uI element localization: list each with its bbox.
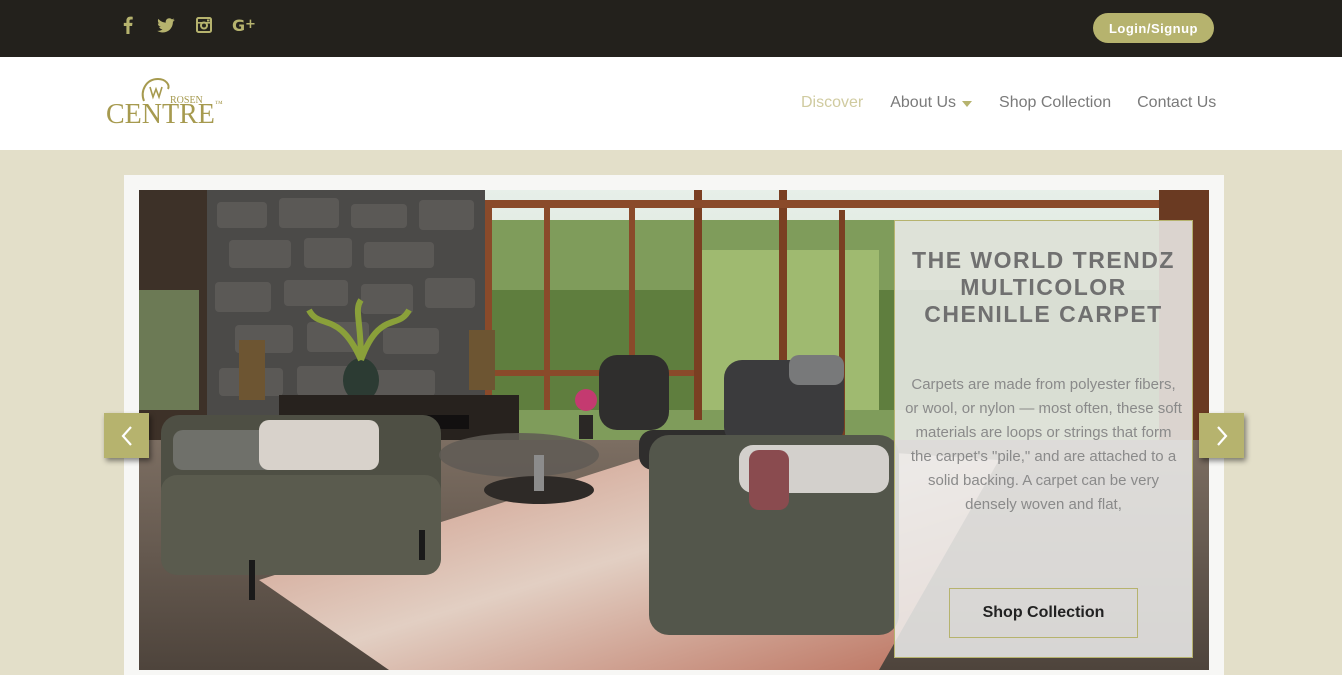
nav-about-us[interactable]: About Us	[890, 94, 973, 112]
nav-about-us-label: About Us	[890, 94, 957, 111]
main-nav: Discover About Us Shop Collection Contac…	[801, 94, 1216, 112]
svg-text:G: G	[232, 17, 245, 33]
top-bar: G + Login/Signup	[0, 0, 1342, 57]
slider-prev-button[interactable]	[104, 413, 149, 458]
chevron-left-icon	[121, 425, 132, 446]
caption-description: Carpets are made from polyester fibers, …	[905, 376, 1182, 513]
shop-collection-button[interactable]: Shop Collection	[949, 588, 1138, 638]
login-signup-button[interactable]: Login/Signup	[1093, 13, 1214, 43]
chevron-right-icon	[1216, 425, 1227, 446]
twitter-icon[interactable]	[156, 14, 176, 36]
caret-down-icon	[962, 101, 973, 107]
nav-shop-collection[interactable]: Shop Collection	[999, 94, 1111, 112]
site-header: ROSEN CENTRE™ Discover About Us Shop Col…	[0, 57, 1342, 150]
svg-text:+: +	[245, 17, 256, 32]
facebook-icon[interactable]	[118, 14, 138, 36]
caption-title: THE WORLD TRENDZ MULTICOLOR CHENILLE CAR…	[912, 247, 1175, 327]
nav-contact-us[interactable]: Contact Us	[1137, 94, 1216, 112]
social-links: G +	[118, 14, 258, 36]
nav-discover[interactable]: Discover	[801, 94, 863, 112]
slide-caption: THE WORLD TRENDZ MULTICOLOR CHENILLE CAR…	[894, 220, 1193, 658]
logo[interactable]: ROSEN CENTRE™	[106, 75, 246, 135]
google-plus-icon[interactable]: G +	[232, 14, 258, 36]
slider-next-button[interactable]	[1199, 413, 1244, 458]
instagram-icon[interactable]	[194, 14, 214, 36]
logo-name: CENTRE™	[106, 99, 223, 130]
